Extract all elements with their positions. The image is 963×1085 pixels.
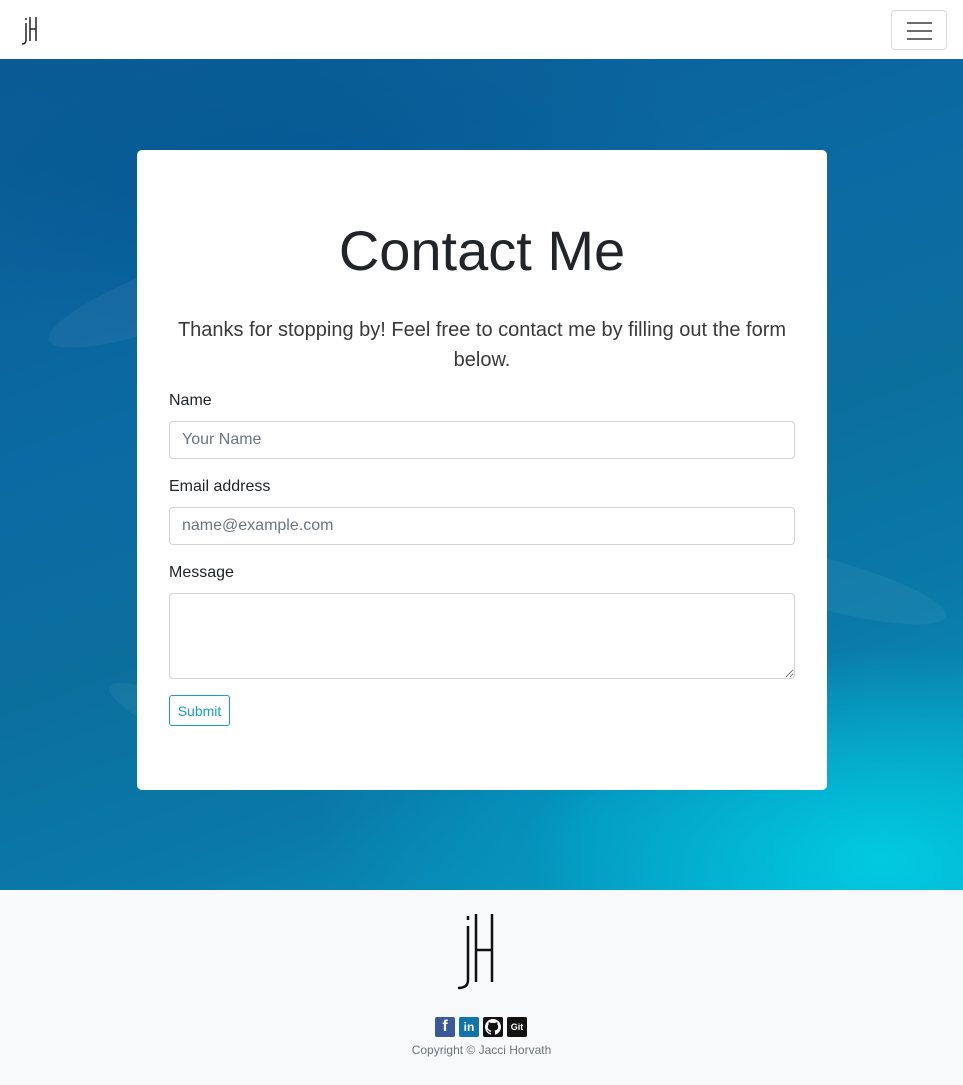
- submit-button[interactable]: Submit: [169, 695, 230, 726]
- facebook-icon[interactable]: f: [435, 1017, 455, 1037]
- intro-text: Thanks for stopping by! Feel free to con…: [177, 319, 787, 371]
- copyright-text: Copyright © Jacci Horvath: [411, 1043, 552, 1057]
- message-label: Message: [169, 564, 234, 581]
- name-input[interactable]: [169, 421, 795, 459]
- message-textarea[interactable]: [169, 593, 795, 679]
- hamburger-icon: [907, 30, 932, 32]
- page-title: Contact Me: [338, 219, 626, 282]
- email-input[interactable]: [169, 507, 795, 545]
- name-label: Name: [169, 392, 212, 409]
- footer: f in Git Copyright © Jacci Horvath: [0, 890, 963, 1085]
- contact-card: Contact Me Thanks for stopping by! Feel …: [137, 150, 827, 790]
- git-icon[interactable]: Git: [507, 1017, 527, 1037]
- navbar-toggler-button[interactable]: [891, 10, 947, 50]
- social-links: f in Git: [435, 1017, 527, 1037]
- hamburger-icon: [907, 38, 932, 40]
- brand-logo[interactable]: [20, 14, 42, 46]
- linkedin-icon[interactable]: in: [459, 1017, 479, 1037]
- github-mark-icon: [485, 1019, 501, 1035]
- email-label: Email address: [169, 478, 271, 495]
- footer-logo: [457, 914, 494, 990]
- hamburger-icon: [907, 22, 932, 24]
- navbar: [0, 0, 963, 59]
- github-icon[interactable]: [483, 1017, 503, 1037]
